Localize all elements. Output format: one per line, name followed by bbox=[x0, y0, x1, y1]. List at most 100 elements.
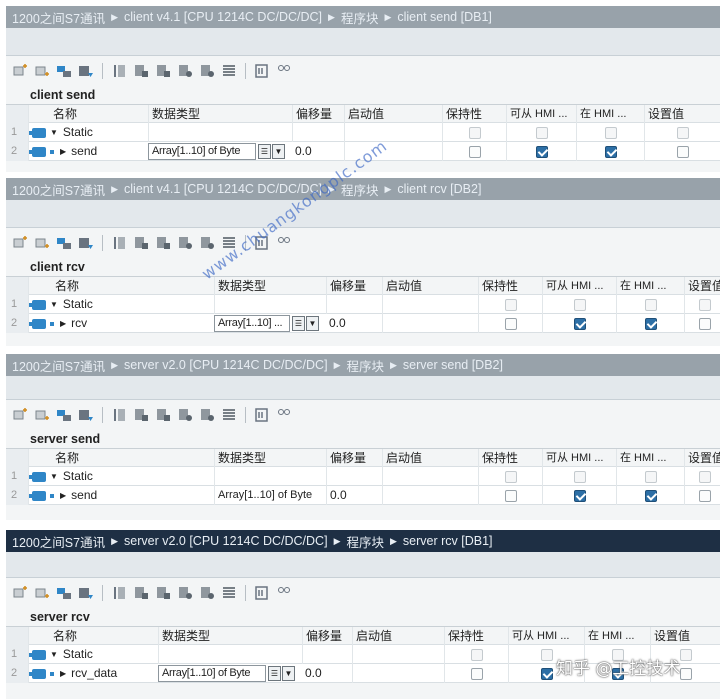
header-offset[interactable]: 偏移量 bbox=[302, 627, 352, 646]
datatype-field[interactable]: Array[1..10] of Byte bbox=[148, 143, 256, 160]
setpoint-checkbox[interactable] bbox=[676, 145, 689, 158]
collapse-arrow-icon[interactable]: ▼ bbox=[50, 650, 58, 659]
breadcrumb-device[interactable]: client v4.1 [CPU 1214C DC/DC/DC] bbox=[124, 10, 322, 24]
hmi-access-checkbox[interactable] bbox=[535, 145, 548, 158]
load-start-values-icon[interactable] bbox=[177, 586, 193, 600]
breadcrumb-project[interactable]: 1200之间S7通讯 bbox=[12, 532, 105, 551]
table-row[interactable]: 1 ▼ Static bbox=[6, 123, 720, 142]
row-start-value[interactable] bbox=[382, 467, 478, 486]
load-snapshot-icon[interactable] bbox=[199, 408, 215, 422]
row-start-value[interactable] bbox=[352, 664, 444, 683]
datatype-dropdown-icon[interactable]: ▼ bbox=[272, 144, 285, 159]
header-hmi-visible[interactable]: 在 HMI ... bbox=[616, 449, 684, 468]
watch-icon[interactable] bbox=[276, 586, 292, 600]
header-setpoint[interactable]: 设置值 bbox=[650, 627, 720, 646]
add-row-icon[interactable] bbox=[34, 236, 50, 250]
setpoint-checkbox[interactable] bbox=[698, 317, 711, 330]
header-datatype[interactable]: 数据类型 bbox=[214, 449, 326, 468]
row-name-cell[interactable]: ▶ send bbox=[28, 142, 148, 161]
breadcrumb-block[interactable]: server send [DB2] bbox=[403, 358, 503, 372]
watch-icon[interactable] bbox=[276, 64, 292, 78]
expand-icon[interactable] bbox=[56, 586, 72, 600]
header-name[interactable]: 名称 bbox=[28, 627, 158, 646]
header-start-value[interactable]: 启动值 bbox=[352, 627, 444, 646]
insert-row-icon[interactable] bbox=[12, 236, 28, 250]
expand-arrow-icon[interactable]: ▶ bbox=[60, 669, 66, 678]
retain-checkbox[interactable] bbox=[468, 145, 481, 158]
datatype-dropdown-icon[interactable]: ▼ bbox=[306, 316, 319, 331]
breadcrumb-folder[interactable]: 程序块 bbox=[341, 8, 379, 27]
header-hmi-access[interactable]: 可从 HMI ... bbox=[542, 277, 616, 296]
breadcrumb-project[interactable]: 1200之间S7通讯 bbox=[12, 8, 105, 27]
expand-arrow-icon[interactable]: ▶ bbox=[60, 319, 66, 328]
header-name[interactable]: 名称 bbox=[28, 449, 214, 468]
table-row[interactable]: 2 ▶ send Array[1..10] of Byte 0.0 bbox=[6, 486, 720, 505]
expand-icon[interactable] bbox=[56, 236, 72, 250]
copy-snapshot-icon[interactable] bbox=[133, 408, 149, 422]
collapse-icon[interactable] bbox=[78, 408, 94, 422]
header-name[interactable]: 名称 bbox=[28, 105, 148, 124]
breadcrumb-device[interactable]: server v2.0 [CPU 1214C DC/DC/DC] bbox=[124, 358, 328, 372]
header-offset[interactable]: 偏移量 bbox=[292, 105, 344, 124]
collapse-arrow-icon[interactable]: ▼ bbox=[50, 128, 58, 137]
copy-snapshot-icon[interactable] bbox=[133, 64, 149, 78]
row-start-value[interactable] bbox=[352, 645, 444, 664]
snapshot-icon[interactable] bbox=[111, 586, 127, 600]
header-datatype[interactable]: 数据类型 bbox=[214, 277, 326, 296]
retain-checkbox[interactable] bbox=[504, 317, 517, 330]
load-start-values-icon[interactable] bbox=[177, 64, 193, 78]
hmi-visible-checkbox[interactable] bbox=[644, 489, 657, 502]
row-start-value[interactable] bbox=[382, 295, 478, 314]
copy-start-values-icon[interactable] bbox=[155, 64, 171, 78]
header-datatype[interactable]: 数据类型 bbox=[148, 105, 292, 124]
hmi-access-checkbox[interactable] bbox=[573, 489, 586, 502]
collapse-icon[interactable] bbox=[78, 586, 94, 600]
retain-checkbox[interactable] bbox=[470, 667, 483, 680]
header-setpoint[interactable]: 设置值 bbox=[644, 105, 720, 124]
header-setpoint[interactable]: 设置值 bbox=[684, 277, 720, 296]
snapshot-icon[interactable] bbox=[111, 236, 127, 250]
header-retain[interactable]: 保持性 bbox=[444, 627, 508, 646]
load-start-values-icon[interactable] bbox=[177, 236, 193, 250]
copy-start-values-icon[interactable] bbox=[155, 236, 171, 250]
snapshot-icon[interactable] bbox=[111, 64, 127, 78]
hmi-access-checkbox[interactable] bbox=[573, 317, 586, 330]
header-retain[interactable]: 保持性 bbox=[478, 277, 542, 296]
header-retain[interactable]: 保持性 bbox=[478, 449, 542, 468]
row-name-cell[interactable]: ▼ Static bbox=[28, 645, 158, 664]
datatype-browse-icon[interactable]: ☰ bbox=[258, 144, 271, 159]
hmi-access-checkbox[interactable] bbox=[540, 667, 553, 680]
expand-arrow-icon[interactable]: ▶ bbox=[60, 491, 66, 500]
row-start-value[interactable] bbox=[344, 123, 442, 142]
insert-row-icon[interactable] bbox=[12, 64, 28, 78]
list-view-icon[interactable] bbox=[221, 586, 237, 600]
header-hmi-access[interactable]: 可从 HMI ... bbox=[508, 627, 584, 646]
setpoint-checkbox[interactable] bbox=[679, 667, 692, 680]
table-row[interactable]: 2 ▶ rcv Array[1..10] ... ☰ ▼ 0.0 bbox=[6, 314, 720, 333]
row-type[interactable] bbox=[214, 467, 326, 486]
copy-snapshot-icon[interactable] bbox=[133, 586, 149, 600]
row-name-cell[interactable]: ▼ Static bbox=[28, 123, 148, 142]
header-start-value[interactable]: 启动值 bbox=[382, 449, 478, 468]
add-row-icon[interactable] bbox=[34, 64, 50, 78]
datatype-browse-icon[interactable]: ☰ bbox=[292, 316, 305, 331]
header-retain[interactable]: 保持性 bbox=[442, 105, 506, 124]
add-row-icon[interactable] bbox=[34, 408, 50, 422]
load-start-values-icon[interactable] bbox=[177, 408, 193, 422]
breadcrumb-project[interactable]: 1200之间S7通讯 bbox=[12, 180, 105, 199]
row-start-value[interactable] bbox=[382, 486, 478, 505]
row-start-value[interactable] bbox=[382, 314, 478, 333]
retain-checkbox[interactable] bbox=[504, 489, 517, 502]
table-row[interactable]: 1 ▼ Static bbox=[6, 295, 720, 314]
load-snapshot-icon[interactable] bbox=[199, 236, 215, 250]
collapse-icon[interactable] bbox=[78, 64, 94, 78]
list-view-icon[interactable] bbox=[221, 408, 237, 422]
datatype-field[interactable]: Array[1..10] ... bbox=[214, 315, 290, 332]
header-hmi-access[interactable]: 可从 HMI ... bbox=[506, 105, 576, 124]
header-hmi-visible[interactable]: 在 HMI ... bbox=[616, 277, 684, 296]
breadcrumb-folder[interactable]: 程序块 bbox=[346, 532, 384, 551]
breadcrumb-device[interactable]: client v4.1 [CPU 1214C DC/DC/DC] bbox=[124, 182, 322, 196]
insert-row-icon[interactable] bbox=[12, 408, 28, 422]
row-type[interactable] bbox=[148, 123, 292, 142]
snapshot-icon[interactable] bbox=[111, 408, 127, 422]
